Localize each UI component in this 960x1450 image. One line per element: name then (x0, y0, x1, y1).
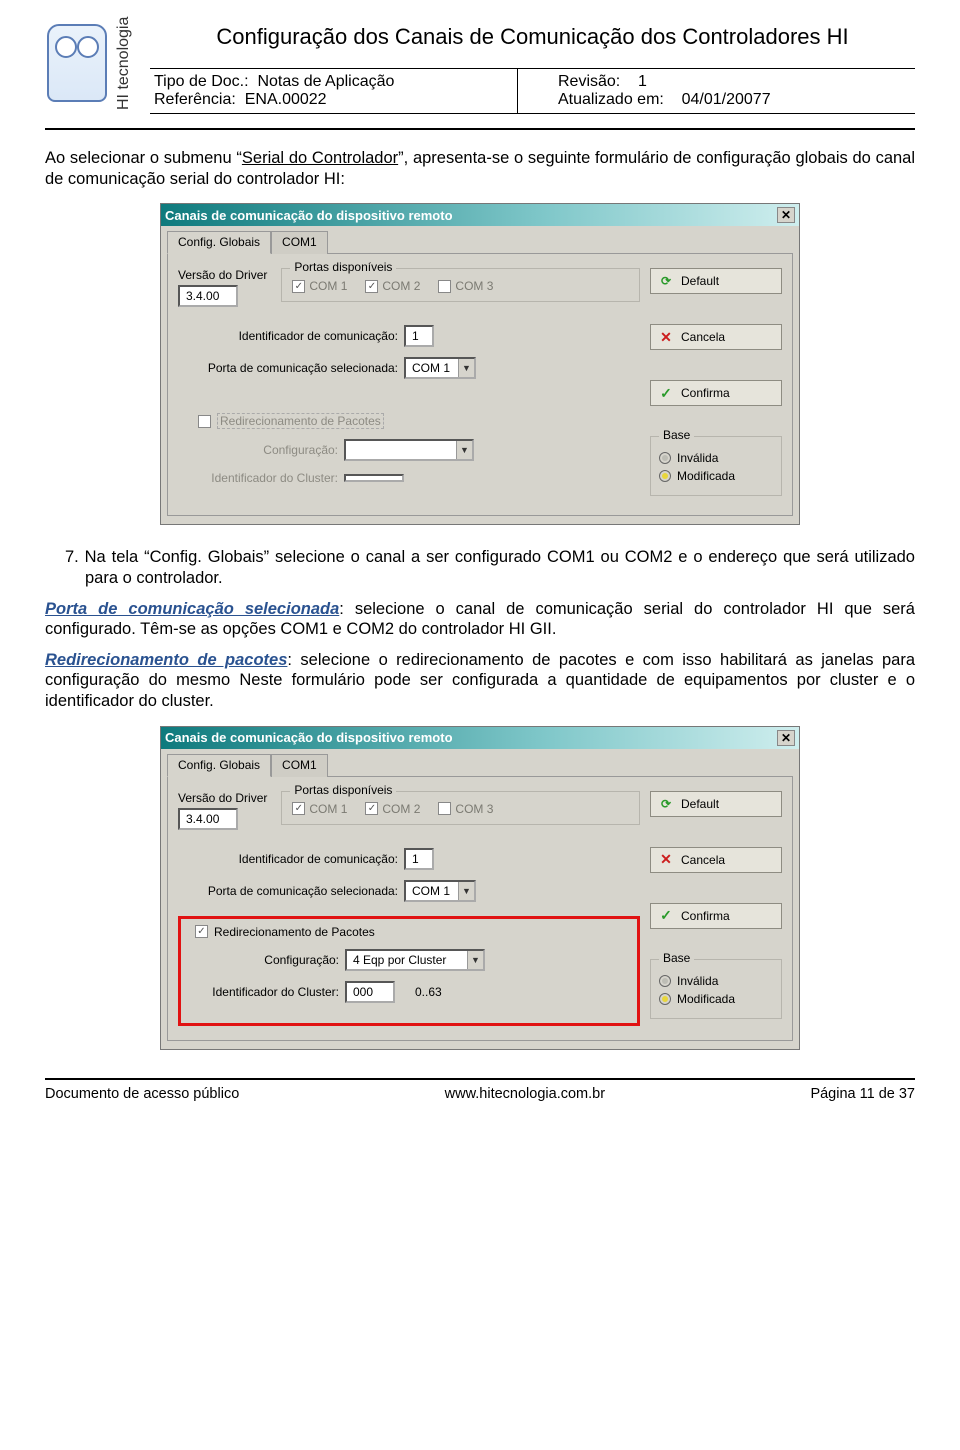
tab-config-globais[interactable]: Config. Globais (167, 231, 271, 254)
radio-modificada[interactable] (659, 470, 671, 482)
tipo-doc-label: Tipo de Doc.: (154, 73, 249, 91)
check-icon: ✓ (659, 909, 673, 923)
ident-input[interactable]: 1 (404, 848, 434, 870)
group-base: Base Inválida Modificada (650, 959, 782, 1019)
paragraph-step-7: 7. Na tela “Config. Globais” selecione o… (85, 547, 915, 588)
cluster-label: Identificador do Cluster: (178, 471, 338, 485)
paragraph-intro: Ao selecionar o submenu “Serial do Contr… (45, 148, 915, 189)
company-logo: HI tecnologia (45, 18, 140, 113)
chevron-down-icon: ▼ (456, 441, 472, 459)
tipo-doc-value: Notas de Aplicação (257, 73, 394, 90)
footer-center: www.hitecnologia.com.br (445, 1086, 605, 1102)
referencia-label: Referência: (154, 91, 236, 109)
ident-label: Identificador de comunicação: (178, 852, 398, 866)
check-icon: ✓ (659, 386, 673, 400)
tab-com1[interactable]: COM1 (271, 754, 328, 777)
radio-modificada[interactable] (659, 993, 671, 1005)
version-label: Versão do Driver (178, 268, 267, 282)
version-value: 3.4.00 (178, 285, 238, 307)
tab-config-globais[interactable]: Config. Globais (167, 754, 271, 777)
dialog-canais-1: Canais de comunicação do dispositivo rem… (160, 203, 800, 525)
redirect-label: Redirecionamento de Pacotes (217, 413, 384, 429)
cluster-input[interactable]: 000 (345, 981, 395, 1003)
ident-label: Identificador de comunicação: (178, 329, 398, 343)
link-serial-controlador: Serial do Controlador (242, 149, 398, 167)
checkbox-com2[interactable]: ✓ (365, 280, 378, 293)
porta-sel-label: Porta de comunicação selecionada: (178, 884, 398, 898)
checkbox-redirect[interactable]: ✓ (195, 925, 208, 938)
cancela-button[interactable]: ✕Cancela (650, 324, 782, 350)
chevron-down-icon[interactable]: ▼ (458, 882, 474, 900)
cluster-input (344, 474, 404, 482)
owl-icon (47, 24, 107, 102)
portas-legend: Portas disponíveis (290, 783, 396, 797)
checkbox-com1[interactable]: ✓ (292, 280, 305, 293)
document-title: Configuração dos Canais de Comunicação d… (150, 24, 915, 50)
dialog-title: Canais de comunicação do dispositivo rem… (165, 208, 453, 223)
checkbox-com2[interactable]: ✓ (365, 802, 378, 815)
close-icon[interactable]: ✕ (777, 730, 795, 746)
paragraph-porta-sel: Porta de comunicação selecionada: seleci… (45, 599, 915, 640)
ident-input[interactable]: 1 (404, 325, 434, 347)
group-portas-disponiveis: Portas disponíveis ✓COM 1 ✓COM 2 ✓COM 3 (281, 268, 640, 302)
redirect-label: Redirecionamento de Pacotes (214, 925, 375, 939)
cluster-label: Identificador do Cluster: (189, 985, 339, 999)
confirma-button[interactable]: ✓Confirma (650, 903, 782, 929)
document-header: HI tecnologia Configuração dos Canais de… (45, 18, 915, 120)
portas-legend: Portas disponíveis (290, 260, 396, 274)
cancel-icon: ✕ (659, 853, 673, 867)
dialog-title: Canais de comunicação do dispositivo rem… (165, 730, 453, 745)
revisao-value: 1 (638, 73, 647, 90)
radio-invalida[interactable] (659, 452, 671, 464)
refresh-icon: ⟳ (659, 797, 673, 811)
chevron-down-icon[interactable]: ▼ (458, 359, 474, 377)
highlight-redirect-block: ✓ Redirecionamento de Pacotes Configuraç… (178, 916, 640, 1026)
default-button[interactable]: ⟳Default (650, 268, 782, 294)
checkbox-com3[interactable]: ✓ (438, 280, 451, 293)
atualizado-value: 04/01/20077 (682, 91, 771, 108)
porta-sel-label: Porta de comunicação selecionada: (178, 361, 398, 375)
atualizado-label: Atualizado em: (558, 91, 664, 109)
referencia-value: ENA.00022 (245, 91, 327, 108)
header-rule (45, 128, 915, 130)
version-value: 3.4.00 (178, 808, 238, 830)
confirma-button[interactable]: ✓Confirma (650, 380, 782, 406)
footer-left: Documento de acesso público (45, 1086, 239, 1102)
group-base: Base Inválida Modificada (650, 436, 782, 496)
footer-right: Página 11 de 37 (810, 1086, 915, 1102)
radio-invalida[interactable] (659, 975, 671, 987)
porta-sel-combo[interactable]: COM 1 ▼ (404, 357, 476, 379)
cancela-button[interactable]: ✕Cancela (650, 847, 782, 873)
checkbox-com1[interactable]: ✓ (292, 802, 305, 815)
config-combo: ▼ (344, 439, 474, 461)
config-label: Configuração: (189, 953, 339, 967)
revisao-label: Revisão: (558, 73, 620, 91)
checkbox-com3[interactable]: ✓ (438, 802, 451, 815)
cluster-range: 0..63 (415, 985, 442, 999)
version-label: Versão do Driver (178, 791, 267, 805)
document-meta: Tipo de Doc.: Notas de Aplicação Referên… (150, 68, 915, 114)
page-footer: Documento de acesso público www.hitecnol… (45, 1078, 915, 1102)
cancel-icon: ✕ (659, 330, 673, 344)
close-icon[interactable]: ✕ (777, 207, 795, 223)
paragraph-redirect: Redirecionamento de pacotes: selecione o… (45, 650, 915, 712)
dialog-canais-2: Canais de comunicação do dispositivo rem… (160, 726, 800, 1050)
porta-sel-combo[interactable]: COM 1 ▼ (404, 880, 476, 902)
default-button[interactable]: ⟳Default (650, 791, 782, 817)
checkbox-redirect[interactable]: ✓ (198, 415, 211, 428)
config-label: Configuração: (178, 443, 338, 457)
group-portas-disponiveis: Portas disponíveis ✓COM 1 ✓COM 2 ✓COM 3 (281, 791, 640, 825)
config-combo[interactable]: 4 Eqp por Cluster ▼ (345, 949, 485, 971)
tab-com1[interactable]: COM1 (271, 231, 328, 254)
refresh-icon: ⟳ (659, 274, 673, 288)
company-name: HI tecnologia (115, 17, 133, 110)
chevron-down-icon[interactable]: ▼ (467, 951, 483, 969)
